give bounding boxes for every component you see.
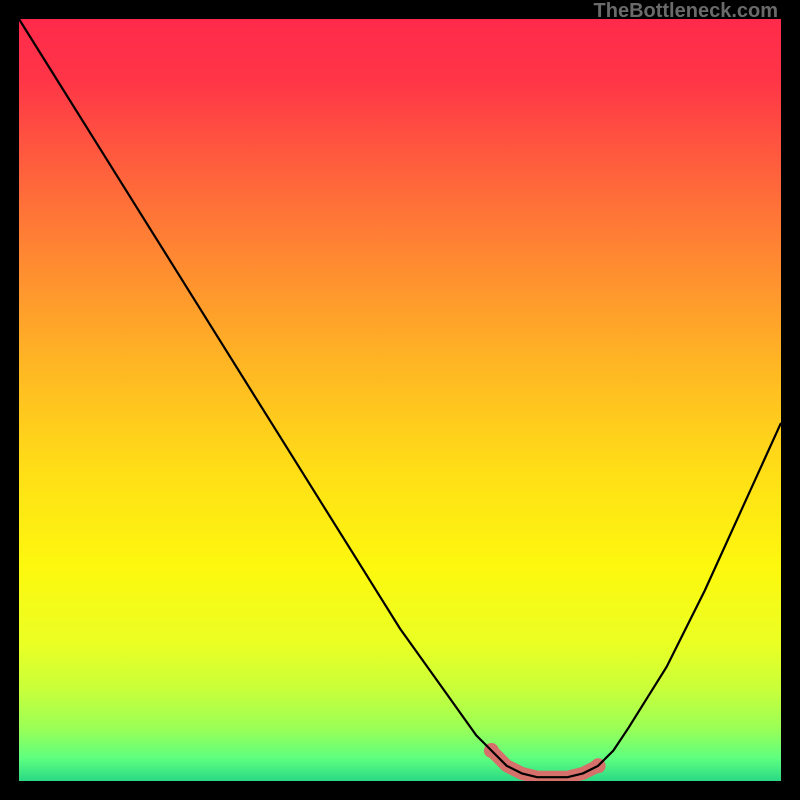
- chart-frame: [19, 19, 781, 781]
- chart-svg: [19, 19, 781, 781]
- watermark-text: TheBottleneck.com: [594, 0, 778, 23]
